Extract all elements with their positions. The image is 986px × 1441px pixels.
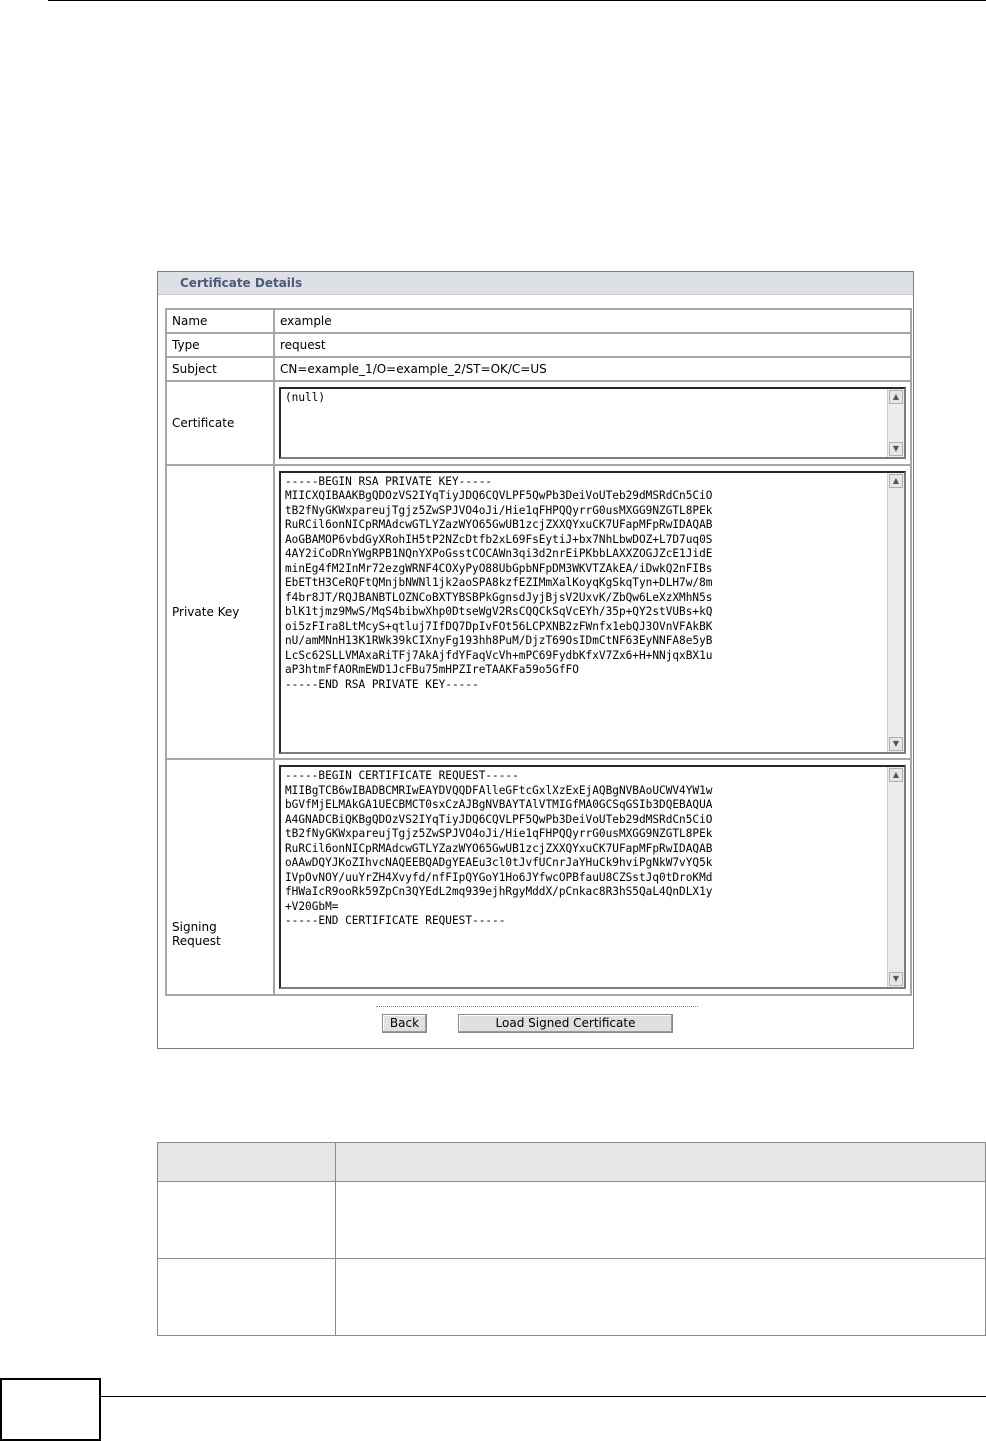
scroll-down-arrow-icon[interactable]: ▼ (889, 972, 903, 986)
back-button[interactable]: Back (382, 1014, 427, 1033)
description-cell (335, 1181, 986, 1259)
scroll-up-arrow-icon[interactable]: ▲ (889, 768, 903, 782)
type-label: Type (166, 333, 274, 357)
name-value: example (274, 309, 911, 333)
scroll-down-arrow-icon[interactable]: ▼ (889, 442, 903, 456)
type-value: request (274, 333, 911, 357)
scroll-up-arrow-icon[interactable]: ▲ (889, 473, 903, 488)
row-certificate: Certificate (null) ▲ ▼ (166, 381, 911, 465)
subject-label: Subject (166, 357, 274, 381)
private-key-scrollbar[interactable]: ▲ ▼ (887, 472, 904, 752)
scroll-down-arrow-icon[interactable]: ▼ (889, 736, 903, 751)
description-header-row (157, 1142, 986, 1182)
signing-request-scrollbar[interactable]: ▲ ▼ (887, 767, 904, 987)
description-row-1 (157, 1181, 986, 1259)
certificate-textarea[interactable]: (null) ▲ ▼ (279, 387, 906, 459)
row-name: Name example (166, 309, 911, 333)
signing-request-textarea[interactable]: -----BEGIN CERTIFICATE REQUEST----- MIIB… (279, 765, 906, 989)
certificate-details-panel: Certificate Details Name example Type re… (157, 271, 914, 1049)
private-key-cell: -----BEGIN RSA PRIVATE KEY----- MIICXQIB… (274, 465, 911, 759)
page-number-box (0, 1378, 101, 1441)
signing-request-label: Signing Request (166, 759, 274, 995)
private-key-label: Private Key (166, 465, 274, 759)
details-table: Name example Type request Subject CN=exa… (165, 308, 912, 996)
description-table (157, 1142, 986, 1336)
name-label: Name (166, 309, 274, 333)
description-header-cell-2 (335, 1142, 986, 1182)
row-subject: Subject CN=example_1/O=example_2/ST=OK/C… (166, 357, 911, 381)
certificate-label: Certificate (166, 381, 274, 465)
description-cell (157, 1258, 336, 1336)
top-rule (48, 0, 986, 1)
certificate-cell: (null) ▲ ▼ (274, 381, 911, 465)
signing-request-cell: -----BEGIN CERTIFICATE REQUEST----- MIIB… (274, 759, 911, 995)
button-divider (376, 1006, 698, 1007)
row-type: Type request (166, 333, 911, 357)
row-signing-request: Signing Request -----BEGIN CERTIFICATE R… (166, 759, 911, 995)
scroll-up-arrow-icon[interactable]: ▲ (889, 390, 903, 404)
certificate-scrollbar[interactable]: ▲ ▼ (887, 389, 904, 457)
private-key-textarea[interactable]: -----BEGIN RSA PRIVATE KEY----- MIICXQIB… (279, 470, 906, 754)
description-cell (157, 1181, 336, 1259)
description-row-2 (157, 1258, 986, 1336)
description-cell (335, 1258, 986, 1336)
load-signed-certificate-button[interactable]: Load Signed Certificate (458, 1014, 673, 1033)
certificate-text: (null) (285, 391, 326, 404)
private-key-text: -----BEGIN RSA PRIVATE KEY----- MIICXQIB… (285, 474, 713, 691)
description-header-cell-1 (157, 1142, 336, 1182)
subject-value: CN=example_1/O=example_2/ST=OK/C=US (274, 357, 911, 381)
signing-request-text: -----BEGIN CERTIFICATE REQUEST----- MIIB… (285, 769, 713, 927)
panel-title: Certificate Details (158, 272, 913, 295)
footer-rule (100, 1396, 986, 1397)
row-private-key: Private Key -----BEGIN RSA PRIVATE KEY--… (166, 465, 911, 759)
